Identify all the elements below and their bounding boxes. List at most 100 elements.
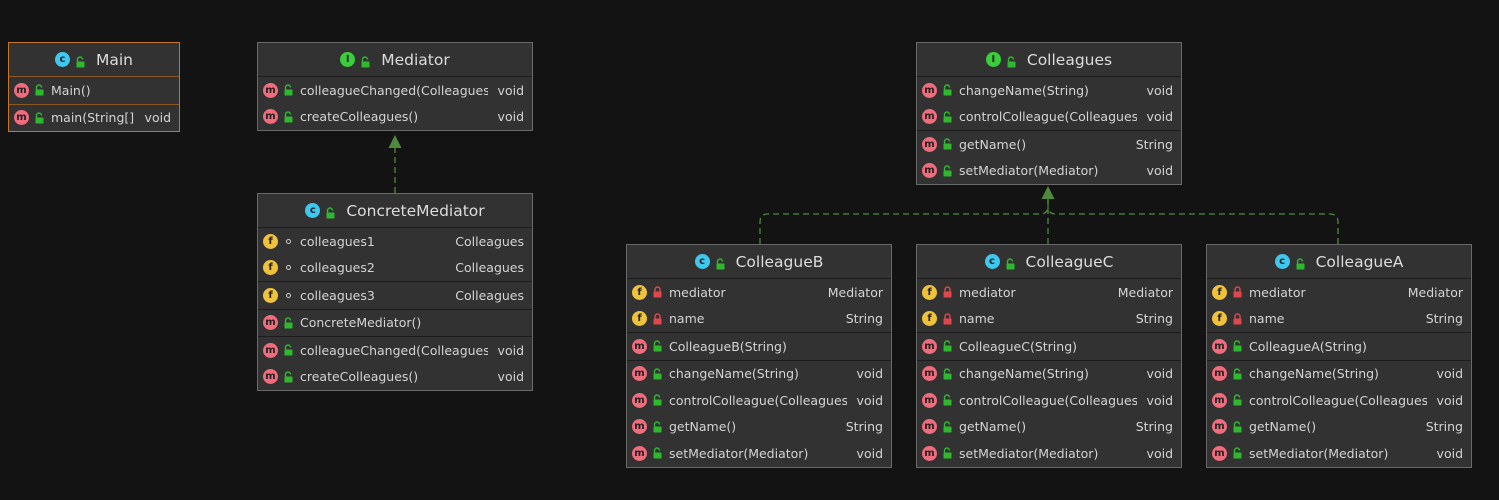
return-type: void [1436,366,1463,382]
method-icon: m [14,82,29,98]
method-row[interactable]: m controlColleague(Colleagues) void [1207,387,1471,414]
class-header[interactable]: c ConcreteMediator [258,194,532,228]
method-row[interactable]: m changeName(String) void [627,361,891,388]
method-row[interactable]: m changeName(String) void [917,77,1181,104]
unlocked-lock-icon [652,421,663,433]
method-row[interactable]: m controlColleague(Colleagues) void [917,104,1181,131]
member-section: m ColleagueB(String) [627,333,891,361]
field-icon: f [1212,284,1227,300]
unlocked-lock-icon [1005,256,1016,269]
field-row[interactable]: f name String [627,306,891,333]
class-concretemediator[interactable]: c ConcreteMediator f colleagues1 Colleagues f… [257,193,533,391]
method-name: colleagueChanged(Colleagues) [300,82,488,98]
interface-colleagues[interactable]: I Colleagues m changeName(String) void m contr… [916,42,1182,185]
unlocked-lock-icon [715,256,726,269]
method-icon: m [632,366,647,382]
method-name: controlColleague(Colleagues) [1249,392,1427,408]
field-name: mediator [669,284,726,300]
method-row[interactable]: m Main() [9,77,179,104]
method-row[interactable]: m controlColleague(Colleagues) void [627,387,891,414]
field-row[interactable]: f mediator Mediator [627,279,891,306]
return-type: void [1146,163,1173,179]
class-colleagueb[interactable]: c ColleagueB f mediator Mediator f name String m… [626,244,892,468]
class-header[interactable]: c ColleagueB [627,245,891,279]
method-name: setMediator(Mediator) [959,445,1099,461]
field-row[interactable]: f mediator Mediator [917,279,1181,306]
unlocked-lock-icon [283,371,294,383]
return-type: String [845,419,883,435]
method-icon: m [263,109,278,125]
return-type: void [1146,366,1173,382]
method-icon: m [632,338,647,354]
class-colleaguec[interactable]: c ColleagueC f mediator Mediator f name String m… [916,244,1182,468]
return-type: void [144,110,171,126]
method-row[interactable]: m ConcreteMediator() [258,310,532,337]
unlocked-lock-icon [942,421,953,433]
method-row[interactable]: m createColleagues() void [258,364,532,391]
return-type: Colleagues [455,260,524,276]
method-row[interactable]: m main(String[]) void [9,105,179,132]
method-row[interactable]: m setMediator(Mediator) void [917,158,1181,185]
unlocked-lock-icon [1006,54,1017,67]
locked-lock-icon [652,313,663,325]
method-row[interactable]: m getName() String [917,131,1181,158]
edge-colleaguea-to-colleagues[interactable] [1047,205,1339,244]
method-icon: m [1212,392,1227,408]
field-row[interactable]: f colleagues3 Colleagues [258,282,532,309]
method-row[interactable]: m changeName(String) void [1207,361,1471,388]
method-row[interactable]: m colleagueChanged(Colleagues) void [258,77,532,104]
return-type: String [1135,419,1173,435]
method-row[interactable]: m controlColleague(Colleagues) void [917,387,1181,414]
method-row[interactable]: m getName() String [627,414,891,441]
interface-mediator[interactable]: I Mediator m colleagueChanged(Colleagues) vo… [257,42,533,131]
return-type: void [856,445,883,461]
method-row[interactable]: m getName() String [1207,414,1471,441]
member-section: f mediator Mediator f name String [1207,279,1471,333]
method-icon: m [1212,419,1227,435]
method-row[interactable]: m ColleagueB(String) [627,333,891,360]
field-row[interactable]: f name String [917,306,1181,333]
locked-lock-icon [652,286,663,298]
method-name: colleagueChanged(Colleagues) [300,342,488,358]
edge-colleagueb-to-colleagues[interactable] [759,198,1049,244]
field-name: name [959,311,995,327]
method-row[interactable]: m getName() String [917,414,1181,441]
locked-lock-icon [1232,313,1243,325]
method-row[interactable]: m changeName(String) void [917,361,1181,388]
field-row[interactable]: f name String [1207,306,1471,333]
field-row[interactable]: f colleagues1 Colleagues [258,228,532,255]
method-name: ColleagueA(String) [1249,338,1367,354]
method-row[interactable]: m createColleagues() void [258,104,532,131]
method-icon: m [263,315,278,331]
method-name: createColleagues() [300,369,419,385]
return-type: Colleagues [455,287,524,303]
method-row[interactable]: m setMediator(Mediator) void [917,440,1181,467]
method-icon: m [922,338,937,354]
class-header[interactable]: I Colleagues [917,43,1181,77]
class-header[interactable]: c ColleagueC [917,245,1181,279]
method-row[interactable]: m ColleagueC(String) [917,333,1181,360]
method-row[interactable]: m ColleagueA(String) [1207,333,1471,360]
member-section: m changeName(String) void m controlColleague… [917,77,1181,131]
method-row[interactable]: m colleagueChanged(Colleagues) void [258,337,532,364]
interface-icon: I [985,52,1001,67]
member-section: f colleagues1 Colleagues f colleagues2 Collea… [258,228,532,282]
field-row[interactable]: f mediator Mediator [1207,279,1471,306]
class-colleaguea[interactable]: c ColleagueA f mediator Mediator f name String m… [1206,244,1472,468]
class-header[interactable]: c Main [9,43,179,77]
class-icon: c [984,254,1000,269]
class-header[interactable]: I Mediator [258,43,532,77]
field-row[interactable]: f colleagues2 Colleagues [258,255,532,282]
member-section: f mediator Mediator f name String [627,279,891,333]
class-main[interactable]: c Main m Main() m main(String[]) void [8,42,180,132]
method-row[interactable]: m setMediator(Mediator) void [627,440,891,467]
method-name: ColleagueC(String) [959,338,1078,354]
method-name: main(String[]) [51,110,135,126]
class-header[interactable]: c ColleagueA [1207,245,1471,279]
method-name: changeName(String) [669,366,799,382]
method-name: getName() [959,136,1027,152]
return-type: void [1146,82,1173,98]
return-type: String [1425,419,1463,435]
method-row[interactable]: m setMediator(Mediator) void [1207,440,1471,467]
arrowhead-mediator [388,135,402,148]
